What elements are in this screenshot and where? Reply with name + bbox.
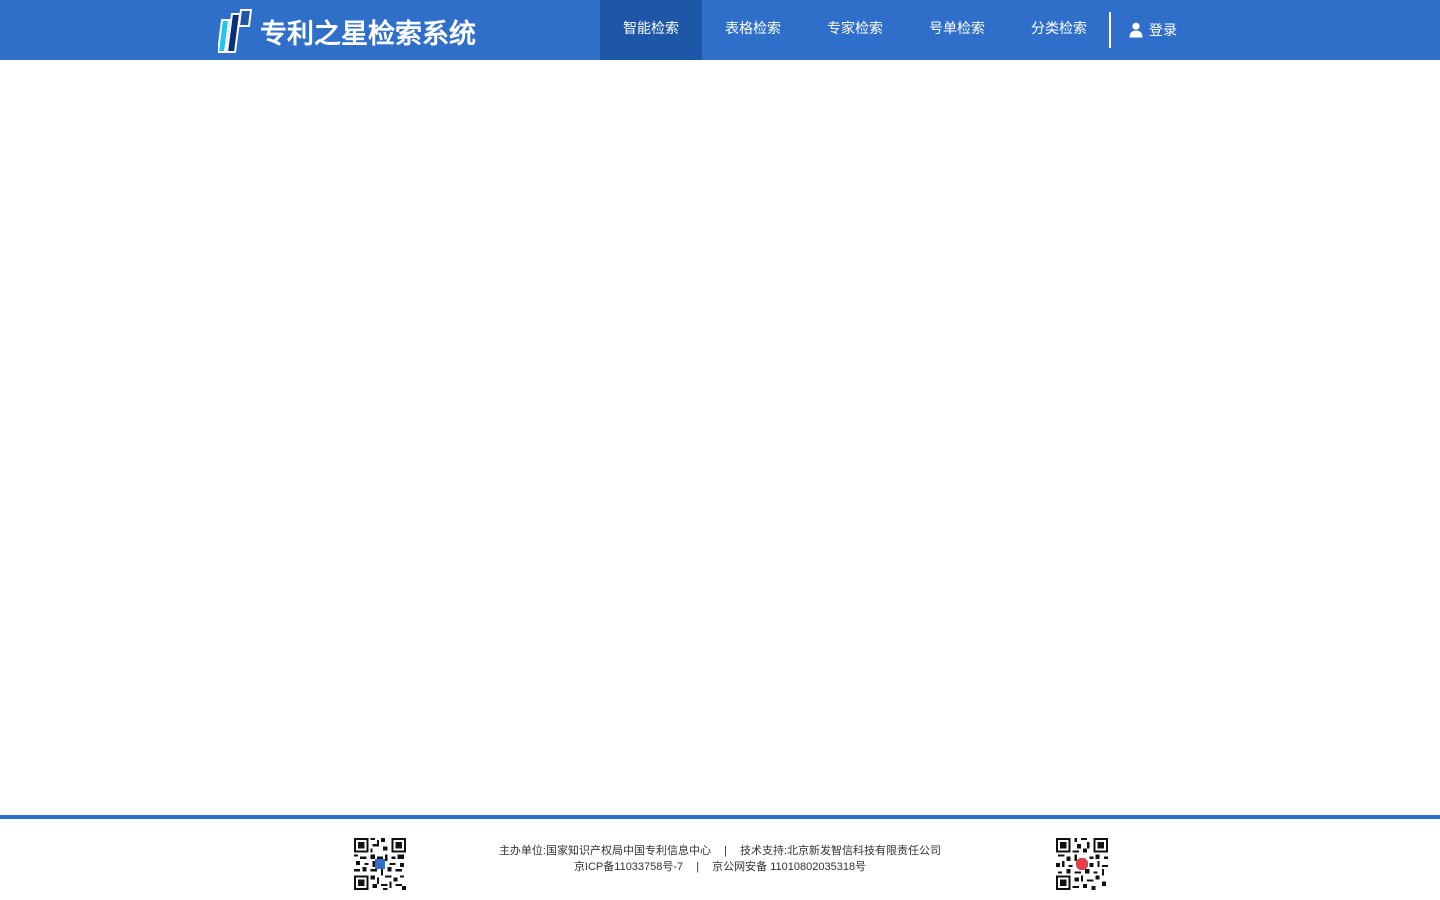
logo-icon (218, 9, 252, 53)
tab-smart-search[interactable]: 智能检索 (600, 0, 702, 60)
footer-line-2: 京ICP备11033758号-7 | 京公网安备 11010802035318号 (440, 859, 1000, 875)
icp-link[interactable]: 京ICP备11033758号-7 (574, 861, 683, 873)
main-nav: 智能检索 表格检索 专家检索 号单检索 分类检索 (600, 0, 1110, 60)
site-logo[interactable]: 专利之星检索系统 (218, 8, 476, 54)
tech-support-text: 技术支持:北京新发智信科技有限责任公司 (739, 845, 942, 857)
tab-classification-search[interactable]: 分类检索 (1008, 0, 1110, 60)
footer-separator: | (696, 861, 700, 873)
tab-number-list-search[interactable]: 号单检索 (906, 0, 1008, 60)
police-record-link[interactable]: 京公网安备 11010802035318号 (712, 861, 866, 873)
footer-info: 主办单位:国家知识产权局中国专利信息中心 | 技术支持:北京新发智信科技有限责任… (440, 843, 1000, 875)
nav-divider (1109, 12, 1111, 48)
footer-line-1: 主办单位:国家知识产权局中国专利信息中心 | 技术支持:北京新发智信科技有限责任… (440, 843, 1000, 859)
qr-code-icon (1056, 838, 1108, 890)
user-icon (1129, 22, 1143, 38)
tab-expert-search[interactable]: 专家检索 (804, 0, 906, 60)
main-content (0, 60, 1440, 815)
login-label: 登录 (1149, 23, 1177, 39)
qr-code-left (354, 838, 406, 890)
site-title: 专利之星检索系统 (260, 18, 476, 50)
sponsor-text: 主办单位:国家知识产权局中国专利信息中心 (498, 845, 711, 857)
top-header: 专利之星检索系统 智能检索 表格检索 专家检索 号单检索 分类检索 登录 (0, 0, 1440, 60)
qr-code-right (1056, 838, 1108, 890)
tab-form-search[interactable]: 表格检索 (702, 0, 804, 60)
login-button[interactable]: 登录 (1129, 0, 1177, 60)
footer: 主办单位:国家知识产权局中国专利信息中心 | 技术支持:北京新发智信科技有限责任… (0, 815, 1440, 900)
footer-separator: | (724, 845, 727, 857)
qr-code-icon (354, 838, 406, 890)
